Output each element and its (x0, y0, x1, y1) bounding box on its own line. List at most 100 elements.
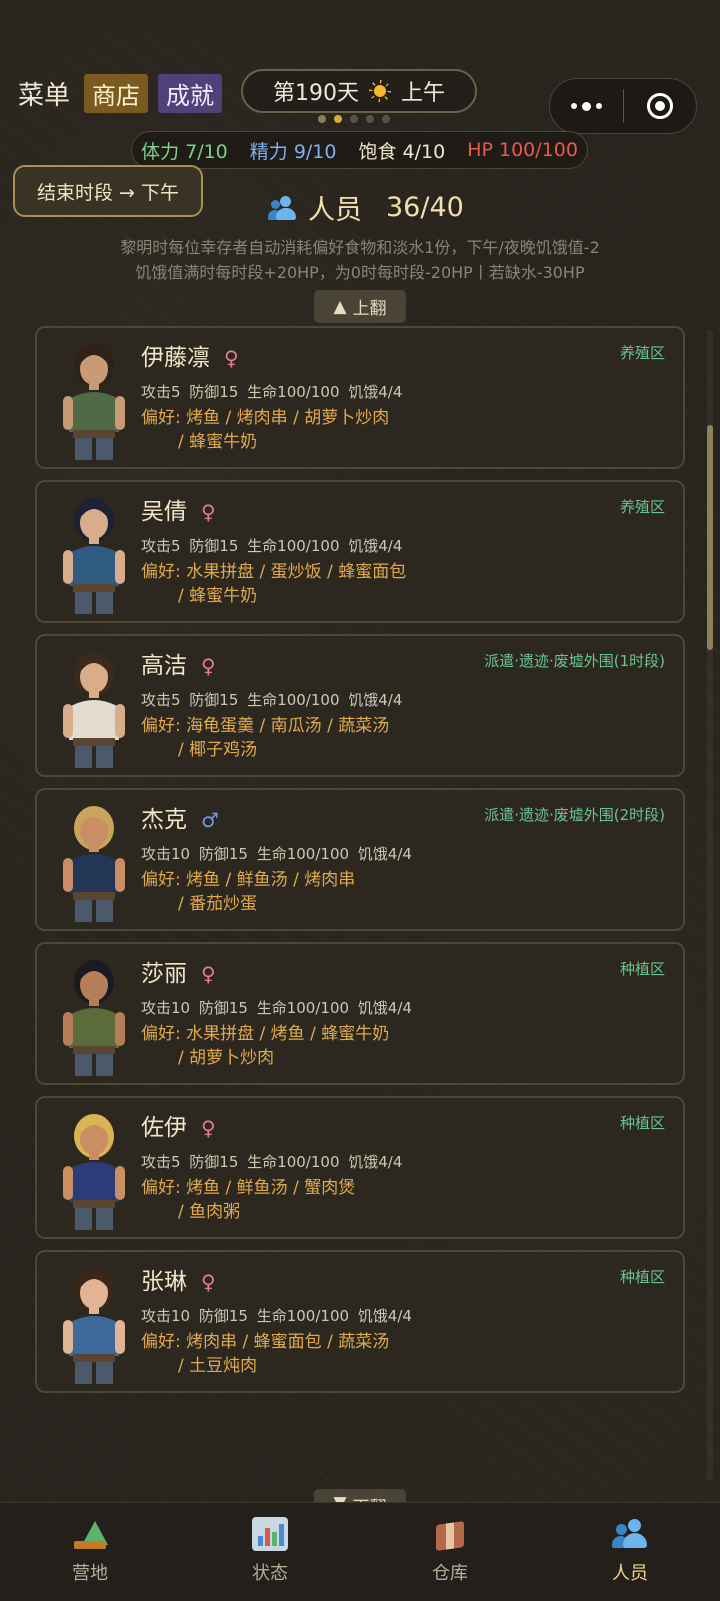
spirit-stat: 精力 9/10 (249, 140, 337, 163)
top-nav: 菜单 商店 成就 (14, 74, 223, 113)
member-assignment: 养殖区 (619, 344, 665, 362)
people-header: 人员 36/40 (268, 188, 464, 227)
preferences-line-1: 偏好: 烤肉串 / 蜂蜜面包 / 蔬菜汤 (141, 1332, 390, 1352)
hp-stat: HP 100/100 (467, 139, 578, 161)
people-count: 36/40 (386, 192, 464, 223)
stamina-stat: 体力 7/10 (141, 140, 228, 163)
tab-status[interactable]: 状态 (180, 1503, 360, 1601)
character-portrait (63, 1114, 125, 1230)
member-card[interactable]: 佐伊 ♀ 种植区 攻击5 防御15 生命100/100 饥饿4/4 偏好: 烤鱼 … (35, 1096, 685, 1239)
miniprogram-capsule (549, 78, 697, 134)
tab-label: 营地 (72, 1563, 108, 1584)
character-portrait (63, 1268, 125, 1384)
member-card[interactable]: 张琳 ♀ 种植区 攻击10 防御15 生命100/100 饥饿4/4 偏好: 烤肉… (35, 1250, 685, 1393)
member-name: 莎丽 ♀ (141, 961, 216, 987)
tab-camp[interactable]: 营地 (0, 1503, 180, 1601)
status-chart-icon (252, 1517, 288, 1551)
member-attributes: 攻击5 防御15 生命100/100 饥饿4/4 (141, 537, 403, 555)
rules-text: 黎明时每位幸存者自动消耗偏好食物和淡水1份，下午/夜晚饥饿值-2 饥饿值满时每时… (0, 235, 720, 285)
people-icon (612, 1517, 648, 1551)
period-label: 上午 (400, 81, 445, 106)
tab-label: 状态 (252, 1563, 288, 1584)
tab-label: 仓库 (432, 1563, 468, 1584)
preferences-line-2: / 蜂蜜牛奶 (178, 586, 258, 606)
member-preferences: 偏好: 烤鱼 / 鲜鱼汤 / 烤肉串 / 番茄炒蛋 (141, 868, 661, 916)
close-target-icon[interactable] (624, 79, 697, 133)
member-preferences: 偏好: 海龟蛋羹 / 南瓜汤 / 蔬菜汤 / 椰子鸡汤 (141, 714, 661, 762)
gender-icon: ♀ (201, 1116, 216, 1140)
end-period-button[interactable]: 结束时段 → 下午 (13, 165, 203, 217)
character-portrait (63, 498, 125, 614)
member-preferences: 偏好: 水果拼盘 / 烤鱼 / 蜂蜜牛奶 / 胡萝卜炒肉 (141, 1022, 661, 1070)
gender-icon: ♀ (201, 500, 216, 524)
shop-button[interactable]: 商店 (84, 74, 149, 113)
character-portrait (63, 806, 125, 922)
preferences-line-2: / 土豆炖肉 (178, 1356, 258, 1376)
preferences-line-1: 偏好: 烤鱼 / 鲜鱼汤 / 蟹肉煲 (141, 1178, 356, 1198)
rules-line-2: 饥饿值满时每时段+20HP，为0时每时段-20HP丨若缺水-30HP (135, 263, 585, 282)
people-icon (268, 194, 298, 222)
gender-icon: ♀ (201, 654, 216, 678)
page-dot-active (334, 115, 342, 123)
member-preferences: 偏好: 水果拼盘 / 蛋炒饭 / 蜂蜜面包 / 蜂蜜牛奶 (141, 560, 661, 608)
member-card[interactable]: 杰克 ♂ 派遣·遗迹·废墟外围(2时段) 攻击10 防御15 生命100/100 … (35, 788, 685, 931)
member-name: 杰克 ♂ (141, 807, 219, 833)
member-assignment: 养殖区 (619, 498, 665, 516)
member-list: 伊藤凛 ♀ 养殖区 攻击5 防御15 生命100/100 饥饿4/4 偏好: 烤鱼… (35, 326, 685, 1404)
gender-icon: ♂ (201, 808, 219, 832)
member-card[interactable]: 高洁 ♀ 派遣·遗迹·废墟外围(1时段) 攻击5 防御15 生命100/100 饥… (35, 634, 685, 777)
member-name: 伊藤凛 ♀ (141, 345, 239, 371)
gender-icon: ♀ (224, 346, 239, 370)
member-attributes: 攻击10 防御15 生命100/100 饥饿4/4 (141, 845, 412, 863)
day-label: 第190天 (272, 81, 359, 106)
member-preferences: 偏好: 烤肉串 / 蜂蜜面包 / 蔬菜汤 / 土豆炖肉 (141, 1330, 661, 1378)
preferences-line-2: / 蜂蜜牛奶 (178, 432, 258, 452)
tab-warehouse[interactable]: 仓库 (360, 1503, 540, 1601)
menu-button[interactable]: 菜单 (14, 75, 74, 112)
page-up-button[interactable]: ▲ 上翻 (314, 290, 406, 323)
page-dot (318, 115, 326, 123)
member-assignment: 种植区 (619, 1114, 665, 1132)
gender-icon: ♀ (201, 1270, 216, 1294)
preferences-line-2: / 番茄炒蛋 (178, 894, 258, 914)
page-up-label: 上翻 (352, 299, 387, 319)
page-dot (350, 115, 358, 123)
member-assignment: 派遣·遗迹·废墟外围(1时段) (484, 652, 665, 670)
member-assignment: 派遣·遗迹·废墟外围(2时段) (484, 806, 665, 824)
achievements-button[interactable]: 成就 (158, 74, 223, 113)
member-attributes: 攻击5 防御15 生命100/100 饥饿4/4 (141, 383, 403, 401)
people-title: 人员 (308, 195, 362, 226)
member-card[interactable]: 伊藤凛 ♀ 养殖区 攻击5 防御15 生命100/100 饥饿4/4 偏好: 烤鱼… (35, 326, 685, 469)
character-portrait (63, 960, 125, 1076)
gender-icon: ♀ (201, 962, 216, 986)
member-card[interactable]: 吴倩 ♀ 养殖区 攻击5 防御15 生命100/100 饥饿4/4 偏好: 水果拼… (35, 480, 685, 623)
member-name: 佐伊 ♀ (141, 1115, 216, 1141)
member-assignment: 种植区 (619, 1268, 665, 1286)
satiety-stat: 饱食 4/10 (358, 140, 446, 163)
page-dots (318, 115, 390, 123)
preferences-line-2: / 胡萝卜炒肉 (178, 1048, 275, 1068)
member-attributes: 攻击10 防御15 生命100/100 饥饿4/4 (141, 1307, 412, 1325)
member-attributes: 攻击5 防御15 生命100/100 饥饿4/4 (141, 691, 403, 709)
member-attributes: 攻击5 防御15 生命100/100 饥饿4/4 (141, 1153, 403, 1171)
page-dot (366, 115, 374, 123)
scrollbar-thumb[interactable] (707, 425, 713, 650)
member-name: 张琳 ♀ (141, 1269, 216, 1295)
member-name: 高洁 ♀ (141, 653, 216, 679)
character-portrait (63, 344, 125, 460)
character-portrait (63, 652, 125, 768)
member-name: 吴倩 ♀ (141, 499, 216, 525)
tab-people[interactable]: 人员 (540, 1503, 720, 1601)
preferences-line-1: 偏好: 烤鱼 / 鲜鱼汤 / 烤肉串 (141, 870, 356, 890)
member-preferences: 偏好: 烤鱼 / 鲜鱼汤 / 蟹肉煲 / 鱼肉粥 (141, 1176, 661, 1224)
member-attributes: 攻击10 防御15 生命100/100 饥饿4/4 (141, 999, 412, 1017)
more-options-icon[interactable] (550, 79, 623, 133)
triangle-up-icon: ▲ (333, 296, 347, 317)
day-period-indicator: 第190天 上午 (241, 69, 477, 113)
bottom-tab-bar: 营地 状态 仓库 人员 (0, 1502, 720, 1601)
tab-label: 人员 (612, 1563, 648, 1584)
page-dot (382, 115, 390, 123)
preferences-line-1: 偏好: 水果拼盘 / 烤鱼 / 蜂蜜牛奶 (141, 1024, 390, 1044)
preferences-line-1: 偏好: 海龟蛋羹 / 南瓜汤 / 蔬菜汤 (141, 716, 390, 736)
member-card[interactable]: 莎丽 ♀ 种植区 攻击10 防御15 生命100/100 饥饿4/4 偏好: 水果… (35, 942, 685, 1085)
